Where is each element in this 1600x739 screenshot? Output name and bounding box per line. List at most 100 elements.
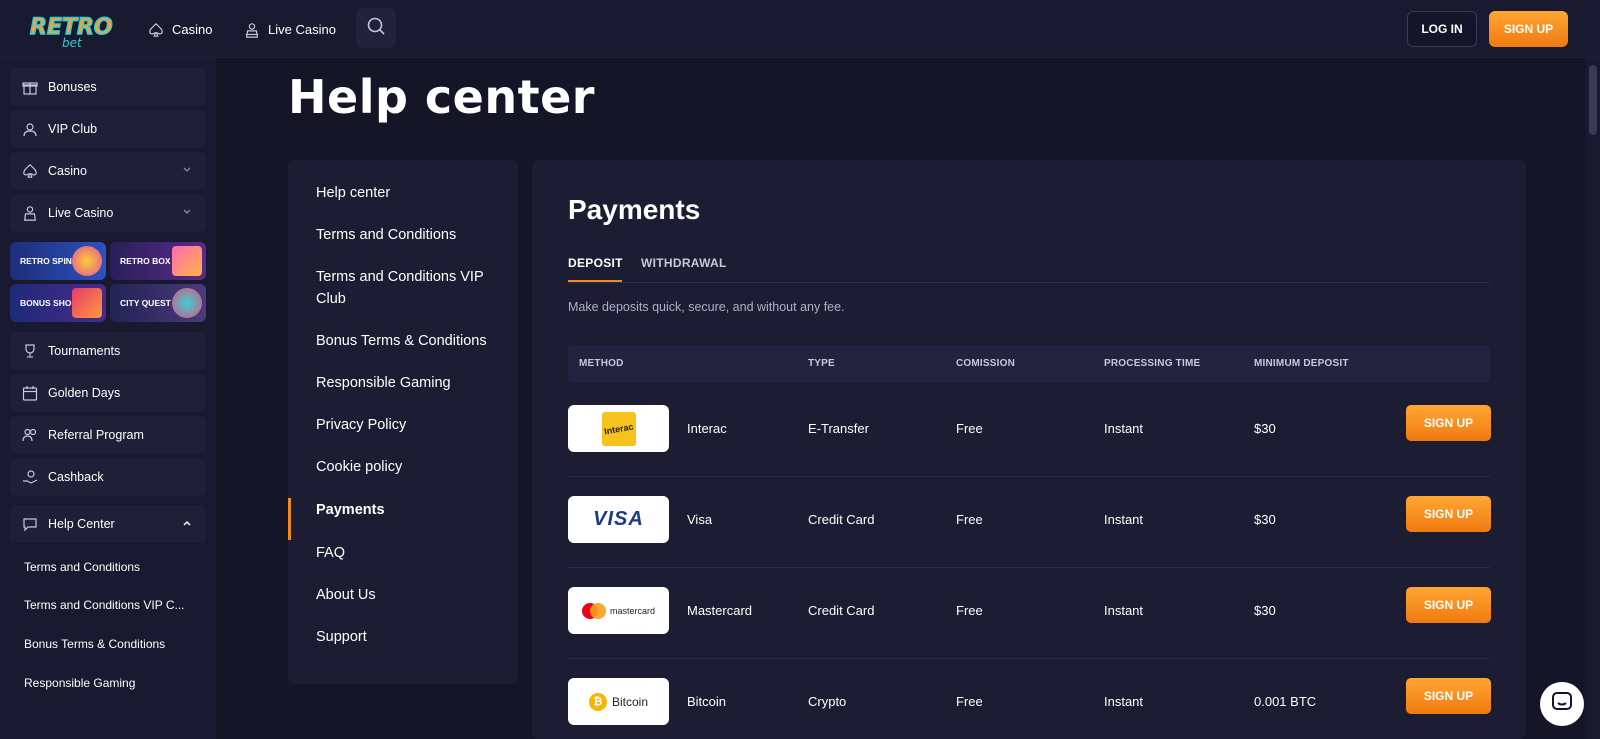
- chevron-down-icon[interactable]: [182, 206, 192, 220]
- help-link-bonus-terms[interactable]: Bonus Terms & Conditions: [316, 330, 506, 352]
- payments-card: Payments DEPOSIT WITHDRAWAL Make deposit…: [532, 160, 1526, 739]
- promo-label: RETRO SPIN: [20, 256, 72, 266]
- user-crown-icon: [22, 121, 38, 137]
- promo-label: BONUS SHOP: [20, 298, 78, 308]
- method-type: Credit Card: [808, 603, 875, 618]
- tab-active-underline: [568, 280, 622, 282]
- nav-live-casino[interactable]: Live Casino: [244, 16, 336, 42]
- scrollbar[interactable]: [1586, 58, 1600, 739]
- method-name: Interac: [687, 421, 727, 436]
- help-link-responsible-gaming[interactable]: Responsible Gaming: [316, 372, 506, 394]
- help-link-payments[interactable]: Payments: [316, 499, 506, 521]
- help-menu: Help center Terms and Conditions Terms a…: [288, 160, 518, 684]
- interac-logo-text: Interac: [603, 421, 634, 436]
- promo-label: CITY QUEST: [120, 298, 171, 308]
- tabs-divider: [568, 282, 1490, 283]
- active-indicator: [288, 498, 291, 540]
- method-processing-time: Instant: [1104, 421, 1144, 436]
- promo-retro-spin[interactable]: RETRO SPIN: [10, 242, 106, 280]
- help-link-cookie-policy[interactable]: Cookie policy: [316, 456, 506, 478]
- sidebar-item-label: Cashback: [48, 470, 104, 484]
- retrobet-logo[interactable]: RETRO bet: [26, 10, 118, 50]
- login-button[interactable]: LOG IN: [1407, 11, 1477, 47]
- method-minimum: 0.001 BTC: [1254, 694, 1317, 709]
- bitcoin-logo: ₿ Bitcoin: [568, 678, 669, 725]
- help-link-faq[interactable]: FAQ: [316, 542, 506, 564]
- signup-button[interactable]: SIGN UP: [1489, 11, 1568, 47]
- sidebar-item-vip-club[interactable]: VIP Club: [10, 110, 206, 148]
- gift-box-icon: [172, 246, 202, 276]
- dealer-icon: [244, 21, 260, 38]
- table-row: VISA Visa Credit Card Free Instant $30 S…: [568, 477, 1491, 568]
- sidebar-item-referral-program[interactable]: Referral Program: [10, 416, 206, 454]
- help-link-terms[interactable]: Terms and Conditions: [316, 224, 506, 246]
- promo-label: RETRO BOX: [120, 256, 171, 266]
- method-type: E-Transfer: [808, 421, 869, 436]
- search-button[interactable]: [356, 8, 396, 48]
- chevron-up-icon[interactable]: [182, 517, 192, 531]
- spade-icon: [148, 21, 164, 37]
- method-type: Credit Card: [808, 512, 875, 527]
- column-header: METHOD: [579, 358, 624, 369]
- sidebar-sub-terms-vip[interactable]: Terms and Conditions VIP C...: [10, 586, 206, 624]
- sidebar-item-cashback[interactable]: Cashback: [10, 458, 206, 496]
- help-link-support[interactable]: Support: [316, 626, 506, 648]
- help-link-help-center[interactable]: Help center: [316, 182, 506, 204]
- help-link-privacy-policy[interactable]: Privacy Policy: [316, 414, 506, 436]
- mastercard-logo-text: mastercard: [609, 605, 655, 616]
- sidebar: Bonuses VIP Club Casino Live Casino RETR…: [0, 58, 216, 739]
- sidebar-item-label: Help Center: [48, 517, 115, 531]
- help-link-about-us[interactable]: About Us: [316, 584, 506, 606]
- sidebar-item-bonuses[interactable]: Bonuses: [10, 68, 206, 106]
- sidebar-item-label: Live Casino: [48, 206, 114, 220]
- row-signup-button[interactable]: SIGN UP: [1406, 587, 1491, 623]
- page-title: Help center: [288, 70, 595, 124]
- sidebar-item-label: VIP Club: [48, 122, 98, 136]
- method-processing-time: Instant: [1104, 694, 1144, 709]
- sidebar-sub-responsible-gaming[interactable]: Responsible Gaming: [10, 664, 206, 702]
- sidebar-item-label: Golden Days: [48, 386, 121, 400]
- nav-casino-label: Casino: [172, 21, 213, 37]
- promo-city-quest[interactable]: CITY QUEST: [110, 284, 206, 322]
- scrollbar-thumb[interactable]: [1589, 65, 1597, 135]
- sidebar-item-help-center[interactable]: Help Center: [10, 505, 206, 543]
- shopping-bag-icon: [72, 288, 102, 318]
- sidebar-item-tournaments[interactable]: Tournaments: [10, 332, 206, 370]
- table-row: ₿ Bitcoin Bitcoin Crypto Free Instant 0.…: [568, 659, 1491, 739]
- help-link-terms-vip[interactable]: Terms and Conditions VIP Club: [316, 266, 506, 310]
- wheel-icon: [72, 246, 102, 276]
- top-header: RETRO bet Casino Live Casino LOG IN SIGN…: [0, 0, 1600, 58]
- sidebar-sub-terms[interactable]: Terms and Conditions: [10, 548, 206, 586]
- method-name: Bitcoin: [687, 694, 727, 709]
- chat-icon: [22, 516, 38, 532]
- sidebar-item-label: Casino: [48, 164, 87, 178]
- mastercard-logo: mastercard: [568, 587, 669, 634]
- row-signup-button[interactable]: SIGN UP: [1406, 678, 1491, 714]
- live-chat-button[interactable]: [1540, 682, 1584, 726]
- promo-bonus-shop[interactable]: BONUS SHOP: [10, 284, 106, 322]
- sidebar-sub-bonus-terms[interactable]: Bonus Terms & Conditions: [10, 625, 206, 663]
- chevron-down-icon[interactable]: [182, 164, 192, 178]
- people-icon: [22, 427, 38, 443]
- map-pin-icon: [172, 288, 202, 318]
- method-processing-time: Instant: [1104, 512, 1144, 527]
- interac-logo: Interac: [568, 405, 669, 452]
- row-signup-button[interactable]: SIGN UP: [1406, 496, 1491, 532]
- method-minimum: $30: [1254, 512, 1276, 527]
- nav-casino[interactable]: Casino: [148, 16, 212, 42]
- sidebar-item-live-casino[interactable]: Live Casino: [10, 194, 206, 232]
- tab-withdrawal[interactable]: WITHDRAWAL: [641, 256, 727, 270]
- method-commission: Free: [956, 603, 983, 618]
- sidebar-item-casino[interactable]: Casino: [10, 152, 206, 190]
- sidebar-item-label: Tournaments: [48, 344, 121, 358]
- row-signup-button[interactable]: SIGN UP: [1406, 405, 1491, 441]
- sidebar-item-label: Referral Program: [48, 428, 144, 442]
- tab-deposit[interactable]: DEPOSIT: [568, 256, 623, 270]
- dealer-icon: [22, 205, 38, 221]
- method-type: Crypto: [808, 694, 847, 709]
- sidebar-item-golden-days[interactable]: Golden Days: [10, 374, 206, 412]
- bitcoin-icon: ₿: [588, 692, 607, 711]
- svg-text:bet: bet: [62, 36, 83, 50]
- table-header: METHOD TYPE COMISSION PROCESSING TIME MI…: [568, 345, 1490, 383]
- promo-retro-box[interactable]: RETRO BOX: [110, 242, 206, 280]
